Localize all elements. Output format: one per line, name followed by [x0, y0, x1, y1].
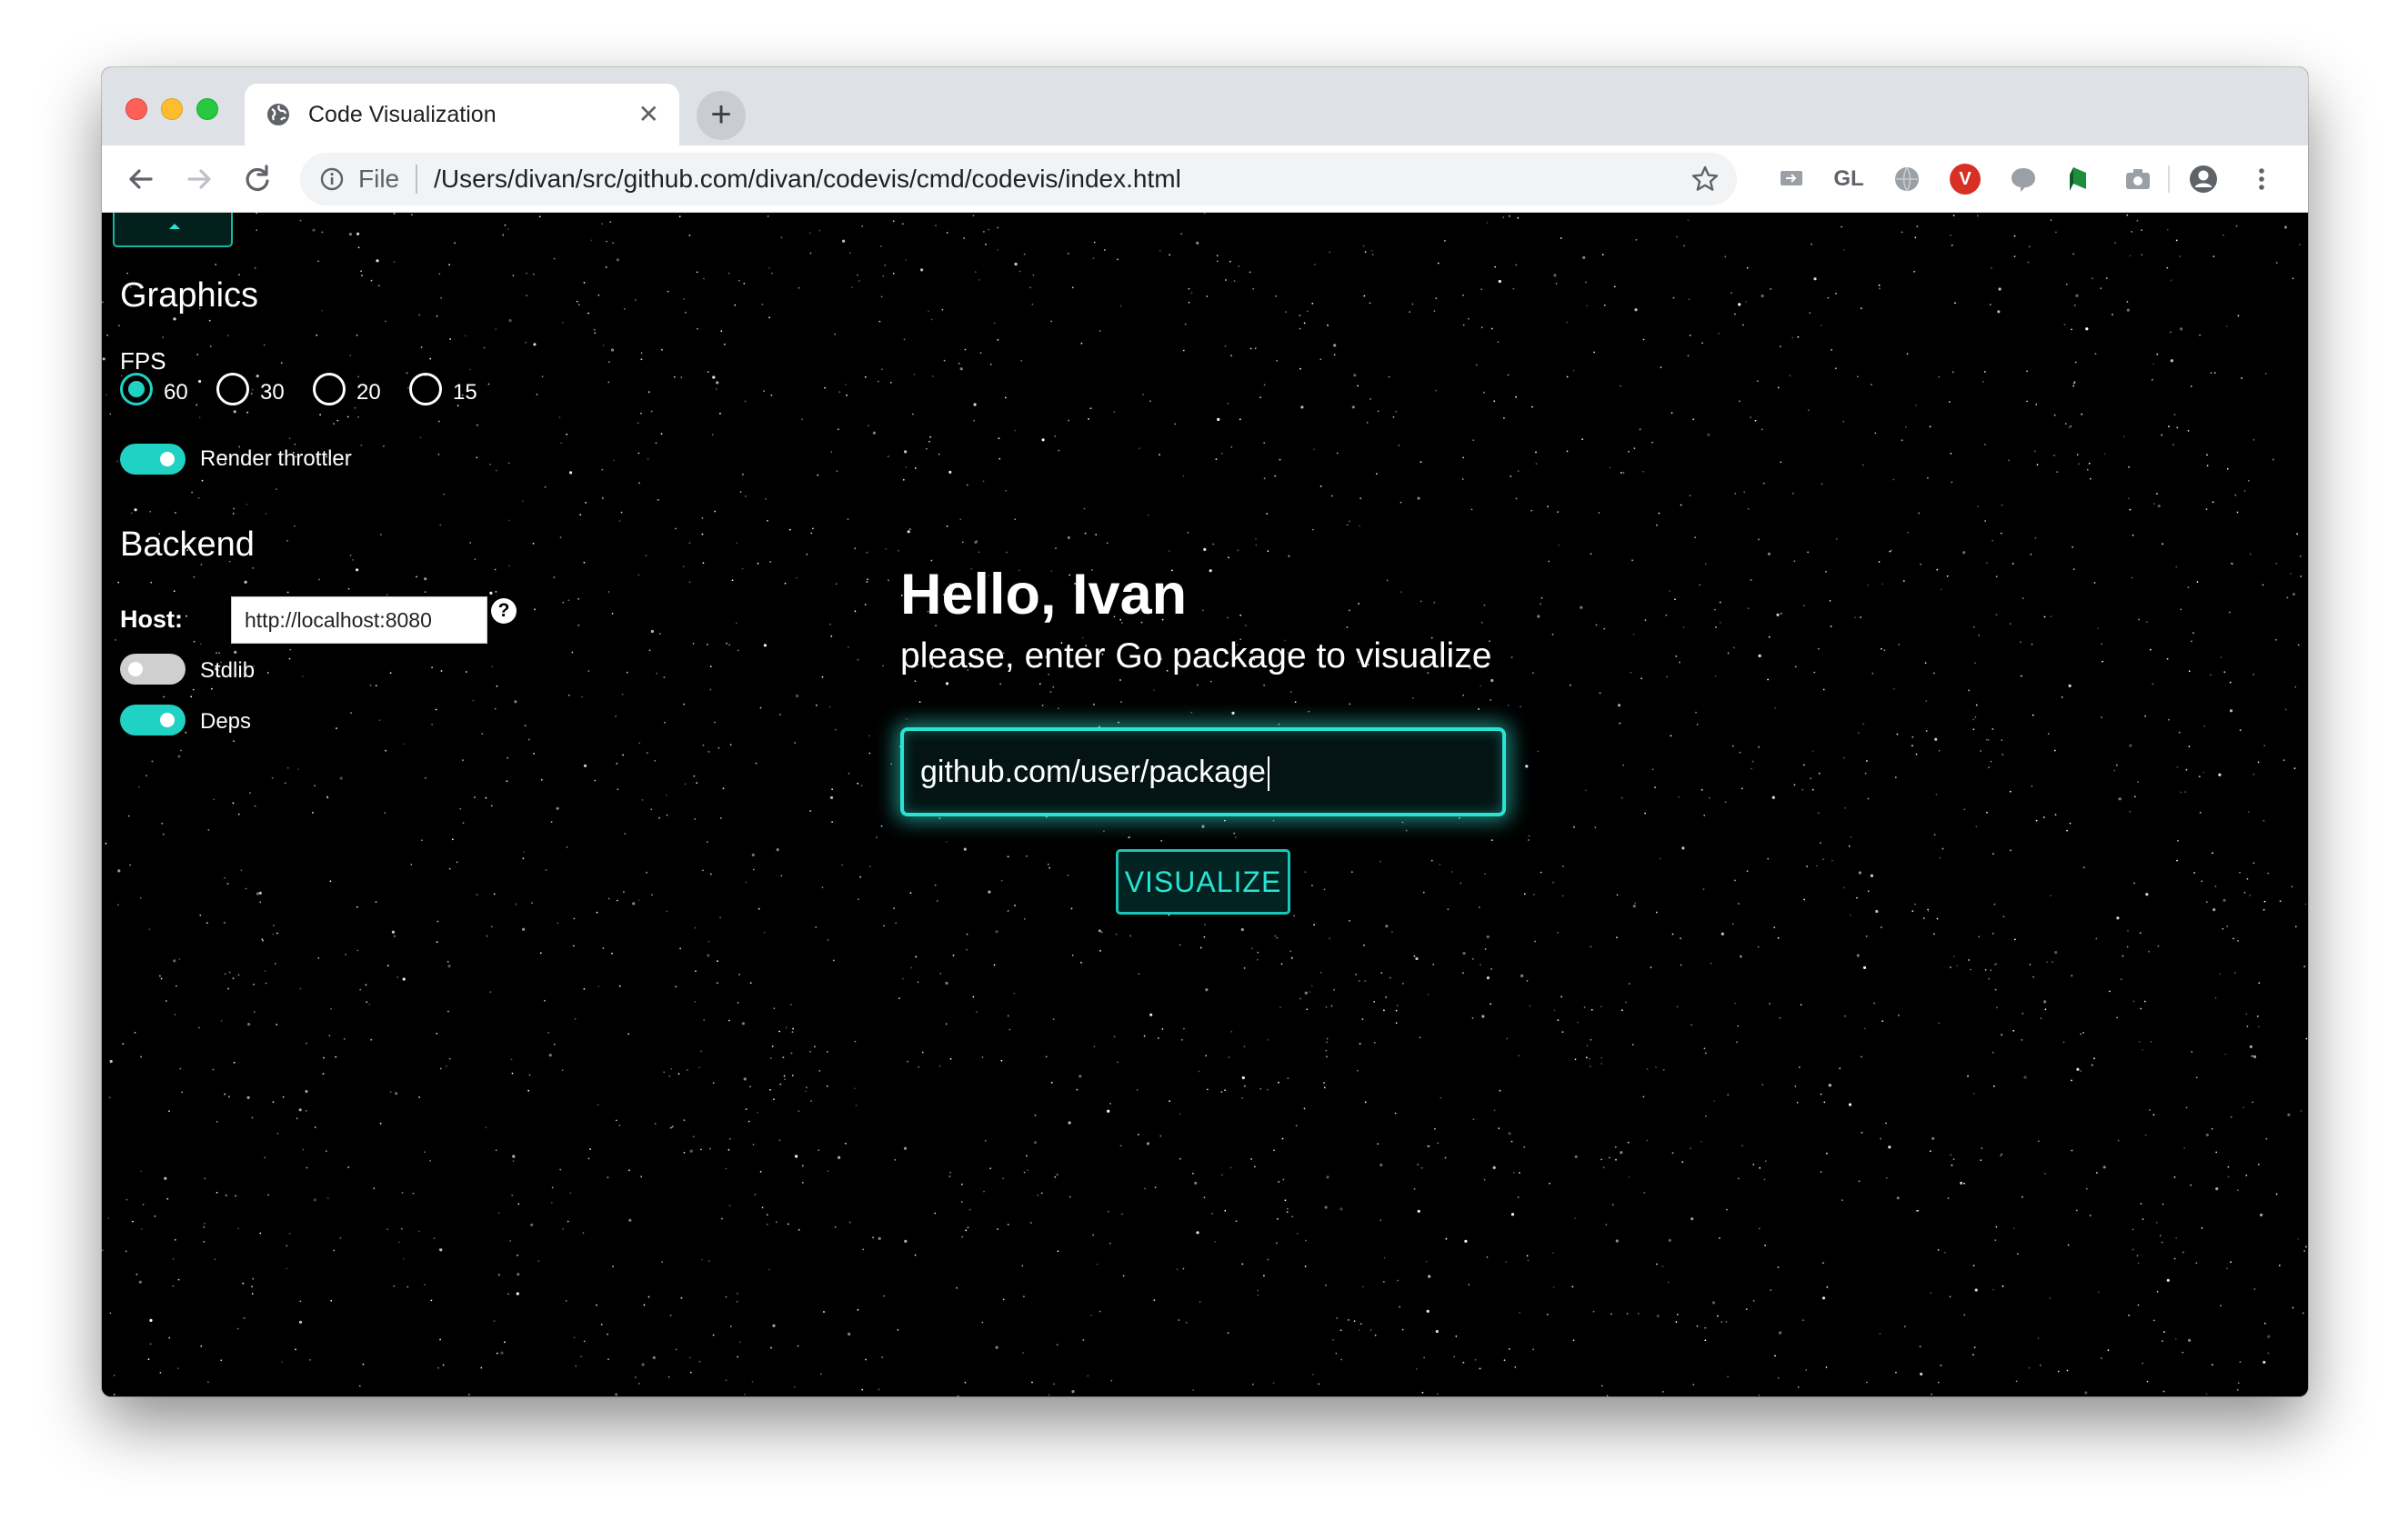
host-input[interactable]: http://localhost:8080 — [231, 596, 487, 644]
toggle-knob — [160, 452, 175, 466]
host-label: Host: — [120, 605, 183, 633]
toolbar-divider — [2168, 165, 2170, 193]
menu-dots-icon[interactable] — [2246, 164, 2277, 195]
deps-label: Deps — [200, 709, 252, 734]
text-caret — [1267, 756, 1269, 792]
url-text[interactable]: /Users/divan/src/github.com/divan/codevi… — [434, 165, 1690, 194]
new-tab-button[interactable]: + — [697, 91, 746, 140]
fps-radio-30[interactable] — [216, 373, 249, 405]
reload-icon[interactable] — [240, 162, 275, 196]
prompt-text: please, enter Go package to visualize — [900, 636, 1492, 675]
greeting-heading: Hello, Ivan — [900, 563, 1188, 626]
toggle-knob — [160, 713, 175, 727]
back-arrow-icon[interactable] — [124, 162, 158, 196]
title-bar: Code Visualization ✕ + — [102, 67, 2308, 145]
panel-collapse-button[interactable] — [113, 213, 233, 247]
fps-radio-15[interactable] — [409, 373, 442, 405]
stdlib-label: Stdlib — [200, 658, 256, 683]
security-label: File — [358, 165, 400, 193]
browser-tab[interactable]: Code Visualization ✕ — [245, 84, 679, 145]
address-bar[interactable]: File /Users/divan/src/github.com/divan/c… — [300, 153, 1737, 205]
fps-option-label: 15 — [453, 380, 477, 405]
browser-window: Code Visualization ✕ + File /Users/divan… — [102, 67, 2308, 1396]
toggle-knob — [128, 662, 143, 676]
tab-title: Code Visualization — [308, 101, 497, 127]
browser-toolbar: File /Users/divan/src/github.com/divan/c… — [102, 145, 2308, 213]
package-input-value: github.com/user/package — [920, 755, 1266, 789]
fps-label: FPS — [120, 347, 166, 375]
stdlib-toggle[interactable] — [120, 654, 186, 685]
globe-icon — [267, 104, 289, 125]
green-bookmark-extension-icon[interactable] — [2064, 164, 2095, 195]
profile-icon[interactable] — [2188, 164, 2219, 195]
fps-option-label: 60 — [164, 380, 188, 405]
minimize-window-button[interactable] — [161, 98, 183, 120]
page-content: Graphics FPS 60 30 20 15 Render throttle… — [102, 213, 2308, 1396]
fps-radio-60[interactable] — [120, 373, 153, 405]
deps-toggle[interactable] — [120, 705, 186, 735]
address-divider — [416, 165, 418, 194]
close-window-button[interactable] — [125, 98, 147, 120]
fps-radio-20[interactable] — [313, 373, 346, 405]
info-icon[interactable] — [318, 165, 346, 193]
tab-close-icon[interactable]: ✕ — [638, 102, 659, 127]
globe-extension-icon[interactable] — [1891, 164, 1922, 195]
help-icon[interactable]: ? — [491, 598, 517, 624]
graphics-heading: Graphics — [120, 276, 259, 315]
v-extension-icon[interactable]: V — [1950, 164, 1981, 195]
chat-extension-icon[interactable] — [2008, 164, 2039, 195]
fps-option-label: 30 — [260, 380, 285, 405]
package-input[interactable]: github.com/user/package — [900, 727, 1506, 816]
forward-arrow-icon[interactable] — [182, 162, 216, 196]
screen-share-extension-icon[interactable] — [1777, 164, 1808, 195]
maximize-window-button[interactable] — [196, 98, 218, 120]
camera-extension-icon[interactable] — [2122, 164, 2153, 195]
bookmark-star-icon[interactable] — [1690, 164, 1721, 195]
backend-heading: Backend — [120, 525, 255, 564]
render-throttler-toggle[interactable] — [120, 444, 186, 475]
gl-extension-icon[interactable]: GL — [1833, 164, 1864, 195]
render-throttler-label: Render throttler — [200, 446, 352, 471]
fps-option-label: 20 — [356, 380, 381, 405]
visualize-button[interactable]: VISUALIZE — [1116, 849, 1290, 915]
